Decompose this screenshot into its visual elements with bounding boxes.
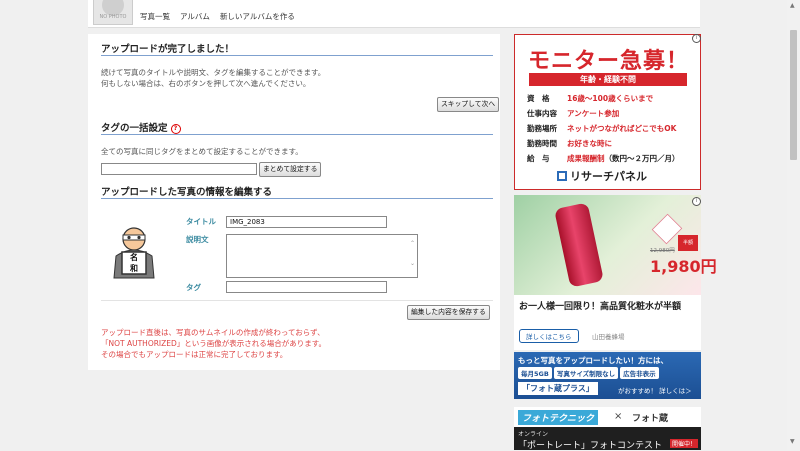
divider [101, 300, 493, 301]
svg-text:和: 和 [130, 263, 138, 273]
ad-monitor-subtitle: 年齢・経験不問 [529, 73, 687, 86]
tag-bulk-heading: タグの一括設定? [101, 120, 181, 134]
ad-fotozo-headline: もっと写真をアップロードしたい！方には、 [518, 356, 668, 365]
ad-photo-contest[interactable]: フォトテクニック × フォト蔵 オンライン 「ポートレート」フォトコンテスト 開… [514, 407, 701, 451]
ad-monitor-recruit[interactable]: モニター急募！ 年齢・経験不問 資 格 16歳〜100歳くらいまで 仕事内容 アンケ… [514, 34, 701, 190]
ad-monitor-row: 資 格 16歳〜100歳くらいまで [527, 94, 654, 103]
tag-bulk-desc: 全ての写真に同じタグをまとめて設定することができます。 [101, 147, 303, 156]
ad-monitor-title: モニター急募！ [527, 49, 689, 74]
notice-line-2: 「NOT AUTHORIZED」という画像が表示される場合があります。 [101, 339, 327, 348]
tag-bulk-title: タグの一括設定 [101, 123, 168, 134]
edit-heading: アップロードした写真の情報を編集する [101, 187, 273, 198]
bulk-tag-input[interactable] [101, 163, 257, 175]
description-label: 説明文 [186, 235, 209, 244]
contest-online: オンライン [518, 431, 549, 438]
nav-album[interactable]: アルバム [180, 11, 210, 22]
scroll-down-arrow-icon[interactable]: ▼ [790, 438, 795, 445]
ad-info-icon[interactable]: i [692, 34, 701, 43]
nav-photo-list[interactable]: 写真一覧 [140, 11, 170, 22]
feature-pill: 広告非表示 [620, 367, 659, 379]
scroll-down-icon[interactable]: ⌄ [410, 260, 415, 267]
title-label: タイトル [186, 217, 216, 226]
notice-line-1: アップロード直後は、写真のサムネイルの作成が終わっておらず、 [101, 328, 325, 337]
notice-line-3: その場合でもアップロードは正常に完了しております。 [101, 350, 288, 359]
ad-cosmetics-image [514, 195, 701, 295]
svg-text:名: 名 [130, 252, 138, 262]
ad-monitor-row: 仕事内容 アンケート参加 [527, 109, 620, 118]
nav-new-album[interactable]: 新しいアルバムを作る [220, 11, 295, 22]
ad-price: 1,980円 [650, 257, 717, 276]
fotozo-logo: フォト蔵 [632, 414, 669, 424]
header-nav: 写真一覧 アルバム 新しいアルバムを作る [140, 11, 295, 22]
ad-monitor-row: 給 与成果報酬制（数円〜２万円／月） [527, 154, 680, 163]
description-textarea[interactable] [226, 234, 418, 278]
ad-info-icon[interactable]: i [692, 197, 701, 206]
save-edits-button[interactable]: 編集した内容を保存する [407, 305, 490, 320]
divider [101, 134, 493, 135]
contest-status-badge: 開催中！ [670, 439, 699, 448]
feature-pill: 毎月5GB [518, 367, 552, 379]
contest-title: 「ポートレート」フォトコンテスト [518, 441, 663, 451]
ad-fotozo-plus[interactable]: もっと写真をアップロードしたい！方には、 毎月5GB 写真サイズ制限なし 広告非… [514, 352, 701, 399]
research-panel-icon [557, 171, 567, 181]
divider [101, 55, 493, 56]
photo-thumbnail[interactable]: 名 和 [108, 226, 160, 280]
ad-source: 山田養蜂場 [592, 333, 625, 341]
ad-monitor-row: 勤務場所 ネットがつながればどこでもOK [527, 124, 677, 133]
title-input[interactable]: IMG_2083 [226, 216, 387, 228]
help-icon[interactable]: ? [170, 124, 181, 134]
scrollbar-thumb[interactable] [790, 30, 797, 160]
feature-pill: 写真サイズ制限なし [553, 367, 619, 379]
tag-label: タグ [186, 283, 201, 292]
ad-half-price-badge: 半額 [678, 235, 698, 251]
tag-input[interactable] [226, 281, 387, 293]
ad-cosmetics-caption[interactable]: お一人様一回限り！高品質化粧水が半額 [519, 301, 699, 313]
phototechnic-logo: フォトテクニック [518, 410, 599, 425]
ad-fotozo-recommend[interactable]: がおすすめ！ 詳しくは＞ [618, 385, 692, 395]
main-panel: アップロードが完了しました！ 続けて写真のタイトルや説明文、タグを編集することが… [88, 34, 500, 370]
avatar-label: NO PHOTO [99, 14, 127, 20]
scroll-up-arrow-icon[interactable]: ▲ [790, 2, 795, 9]
ad-fotozo-name: 「フォト蔵プラス」 [518, 382, 598, 395]
upload-complete-desc-2: 何もしない場合は、右のボタンを押して次へ進んでください。 [101, 79, 311, 88]
page-scrollbar[interactable]: ▲ ▼ [787, 0, 800, 450]
upload-complete-desc-1: 続けて写真のタイトルや説明文、タグを編集することができます。 [101, 68, 326, 77]
avatar[interactable]: NO PHOTO [93, 0, 133, 25]
ad-monitor-row: 勤務時間 お好きな時に [527, 139, 612, 148]
divider [101, 198, 493, 199]
ad-cosmetics[interactable]: 半額 12,980円 1,980円 お一人様一回限り！高品質化粧水が半額 詳しく… [514, 195, 717, 350]
upload-complete-heading: アップロードが完了しました！ [101, 44, 235, 55]
ad-more-button[interactable]: 詳しくはこちら [519, 329, 579, 343]
skip-next-button[interactable]: スキップして次へ [437, 97, 500, 112]
bulk-set-button[interactable]: まとめて設定する [259, 162, 322, 177]
research-panel-logo: リサーチパネル [557, 168, 647, 184]
ad-fotozo-features: 毎月5GB 写真サイズ制限なし 広告非表示 [518, 367, 659, 379]
scroll-up-icon[interactable]: ⌃ [410, 240, 415, 247]
collab-x: × [614, 411, 623, 422]
